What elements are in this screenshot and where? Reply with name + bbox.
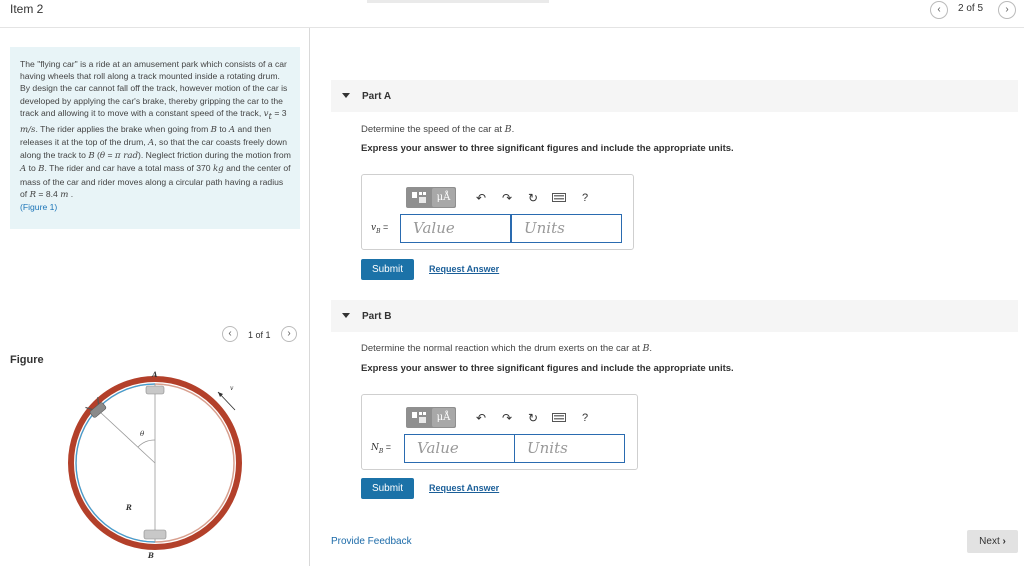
label-a: A [151,370,158,379]
question-text: Determine the normal reaction which the … [361,343,643,354]
redo-icon[interactable]: ↷ [494,187,520,208]
problem-text: = [105,150,115,161]
figure-heading: Figure [10,354,44,366]
prev-item-button[interactable]: ‹ [930,1,948,19]
next-item-button[interactable]: › [998,1,1016,19]
figure-next-button[interactable]: › [281,326,297,342]
reset-icon[interactable]: ↻ [520,187,546,208]
problem-text: . The rider applies the brake when going… [35,123,211,134]
undo-icon[interactable]: ↶ [468,187,494,208]
part-b-instruction: Express your answer to three significant… [361,363,734,374]
redo-icon[interactable]: ↷ [494,407,520,428]
problem-text: to [216,123,229,134]
template-group: μÅ [406,407,456,428]
math-unit: rad [120,151,139,162]
value-input[interactable]: Value [404,434,515,463]
theta-arc [137,439,156,448]
part-a-answer-box: μÅ ↶ ↷ ↻ ? vB = Value Units [361,174,634,250]
problem-text: The "flying car" is a ride at an amuseme… [20,59,288,118]
problem-text: = 3 [271,107,287,118]
variable-label-vb: vB = [371,222,388,235]
template-group: μÅ [406,187,456,208]
figure-link[interactable]: (Figure 1) [20,202,57,212]
item-title: Item 2 [10,2,44,16]
math-toolbar: μÅ ↶ ↷ ↻ ? [406,187,598,208]
part-b-question: Determine the normal reaction which the … [361,343,652,354]
radius-line-car [99,411,156,464]
help-icon[interactable]: ? [572,407,598,428]
left-pane: The "flying car" is a ride at an amuseme… [0,28,310,566]
part-a-instruction: Express your answer to three significant… [361,143,734,154]
part-b-submit-button[interactable]: Submit [361,478,414,499]
problem-text: . [68,188,74,199]
variable-label-nb: NB = [371,442,391,455]
question-text: . [511,124,515,135]
flying-car-figure: A B R θ v [60,360,260,560]
right-pane: Part A Determine the speed of the car at… [311,28,1024,566]
units-input[interactable]: Units [511,214,622,243]
page-count: 2 of 5 [958,3,984,14]
help-icon[interactable]: ? [572,187,598,208]
keyboard-icon[interactable] [546,187,572,208]
problem-text: . The rider and car have a total mass of… [44,163,213,174]
math-unit: kg [212,164,224,175]
problem-statement: The "flying car" is a ride at an amuseme… [10,47,300,229]
chevron-left-icon: ‹ [228,328,232,339]
question-text: . [649,343,653,354]
part-a-question: Determine the speed of the car at B. [361,124,514,135]
keyboard-icon[interactable] [546,407,572,428]
problem-text: = 8.4 [36,188,61,199]
top-tab-indicator [367,0,549,3]
top-bar: Item 2 ‹ 2 of 5 › [0,0,1024,28]
templates-icon[interactable] [407,188,431,207]
templates-icon[interactable] [407,408,431,427]
value-input[interactable]: Value [400,214,511,243]
collapse-caret-icon [342,313,350,318]
chevron-right-icon: › [287,328,291,339]
figure-prev-button[interactable]: ‹ [222,326,238,342]
label-vt: v [230,385,234,392]
provide-feedback-link[interactable]: Provide Feedback [331,536,412,547]
reset-icon[interactable]: ↻ [520,407,546,428]
math-toolbar: μÅ ↶ ↷ ↻ ? [406,407,598,428]
car-at-a [145,385,165,395]
chevron-right-icon: › [1002,536,1006,547]
math-var: B [504,124,512,135]
part-a-title: Part A [362,91,392,102]
label-r: R [125,503,132,512]
symbols-icon[interactable]: μÅ [432,408,455,427]
var-symbol: N [371,443,379,453]
figure-count: 1 of 1 [248,330,271,340]
part-b-answer-box: μÅ ↶ ↷ ↻ ? NB = Value Units [361,394,638,470]
collapse-caret-icon [342,93,350,98]
label-theta: θ [140,430,145,438]
var-equals: = [383,442,392,452]
part-b-title: Part B [362,311,392,322]
drum-diagram: A B R θ v [68,370,242,560]
label-b: B [147,551,154,560]
part-a-header[interactable]: Part A [331,80,1018,112]
chevron-right-icon: › [1005,4,1009,15]
part-a-submit-button[interactable]: Submit [361,259,414,280]
car-at-b [143,529,167,540]
part-a-request-answer-link[interactable]: Request Answer [429,264,499,274]
chevron-left-icon: ‹ [937,4,941,15]
part-b-header[interactable]: Part B [331,300,1018,332]
part-b-request-answer-link[interactable]: Request Answer [429,483,499,493]
var-equals: = [380,222,389,232]
problem-text: to [26,163,39,174]
next-label: Next [979,536,1000,547]
math-unit: m/s [20,124,36,135]
undo-icon[interactable]: ↶ [468,407,494,428]
units-input[interactable]: Units [514,434,625,463]
next-button[interactable]: Next › [967,530,1018,553]
symbols-icon[interactable]: μÅ [432,188,455,207]
question-text: Determine the speed of the car at [361,124,505,135]
problem-text: ). Neglect friction during the motion fr… [138,150,291,161]
